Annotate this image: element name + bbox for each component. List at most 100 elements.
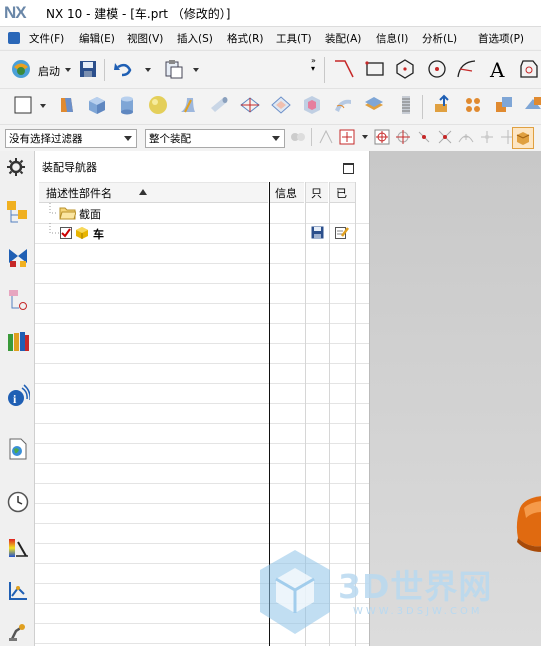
start-dropdown-icon[interactable] (65, 68, 71, 72)
help-info-icon[interactable]: i (6, 384, 31, 408)
chevron-down-icon (124, 136, 132, 141)
snap-dropdown-icon[interactable] (362, 135, 368, 139)
feature-toolbar (0, 88, 541, 124)
save-status-icon (311, 226, 324, 239)
undo-dropdown-icon[interactable] (145, 68, 151, 72)
selection-filter-dropdown[interactable]: 没有选择过滤器 (5, 129, 137, 148)
replace-face-icon[interactable] (522, 94, 541, 116)
column-header-info[interactable]: 信息 (270, 182, 304, 203)
shell-icon[interactable] (301, 94, 323, 116)
boolean-icon[interactable] (494, 94, 516, 116)
undo-icon[interactable] (112, 58, 134, 80)
save-icon[interactable] (77, 58, 99, 80)
part-navigator-icon[interactable] (6, 288, 30, 312)
shape-tool-icon[interactable] (517, 58, 539, 80)
profile-line-icon[interactable] (333, 58, 355, 80)
snap-toggle-icon[interactable] (337, 127, 357, 147)
menu-format[interactable]: 格式(R) (227, 31, 264, 46)
spline-icon[interactable] (456, 58, 478, 80)
toolbar-overflow-icon[interactable]: » ▾ (311, 57, 316, 73)
snap-arc-center-icon[interactable] (477, 127, 497, 147)
assembly-navigator-icon[interactable] (6, 200, 30, 224)
table-row (35, 323, 369, 344)
menu-preferences[interactable]: 首选项(P) (478, 31, 524, 46)
sweep-icon[interactable] (177, 94, 199, 116)
block-icon[interactable] (86, 94, 108, 116)
start-button[interactable]: 启动 (38, 63, 60, 79)
tree-node-section[interactable]: 截面 (49, 203, 267, 223)
extrude-icon[interactable] (55, 94, 77, 116)
car-model[interactable] (514, 494, 541, 554)
menu-file[interactable]: 文件(F) (29, 31, 64, 46)
clipboard-dropdown-icon[interactable] (193, 68, 199, 72)
sketch-icon[interactable] (12, 94, 34, 116)
maximize-icon[interactable] (343, 163, 354, 174)
sphere-icon[interactable] (147, 94, 169, 116)
cylinder-icon[interactable] (116, 94, 138, 116)
checkbox-checked-icon[interactable] (60, 227, 72, 239)
column-header-readonly[interactable]: 只 (306, 182, 328, 203)
window-title: NX 10 - 建模 - [车.prt （修改的）] (46, 7, 231, 21)
circle-icon[interactable] (426, 58, 448, 80)
menu-tools[interactable]: 工具(T) (276, 31, 312, 46)
standard-toolbar: 启动 » ▾ A (0, 50, 541, 88)
rectangle-icon[interactable] (364, 58, 386, 80)
offset-surface-icon[interactable] (363, 94, 385, 116)
start-icon[interactable] (10, 58, 32, 80)
snap-center-icon[interactable] (372, 127, 392, 147)
select-components-icon[interactable] (512, 127, 534, 149)
column-header-name[interactable]: 描述性部件名 (39, 182, 268, 203)
reuse-library-icon[interactable] (6, 330, 30, 354)
watermark-brand: 3D世界网 (338, 567, 493, 606)
table-row (35, 403, 369, 424)
array-face-icon[interactable] (463, 94, 485, 116)
pattern-icon[interactable] (270, 94, 292, 116)
text-tool-icon[interactable]: A (490, 58, 504, 82)
app-logo: NX (4, 3, 27, 22)
sketch-dropdown-icon[interactable] (40, 104, 46, 108)
table-row (35, 303, 369, 324)
menu-view[interactable]: 视图(V) (127, 31, 163, 46)
menu-assembly[interactable]: 装配(A) (325, 31, 361, 46)
snap-endpoint-icon[interactable] (316, 127, 336, 147)
app-menu-icon[interactable] (8, 32, 20, 44)
history-clock-icon[interactable] (6, 490, 30, 514)
snap-intersection-icon[interactable] (435, 127, 455, 147)
snap-midpoint-icon[interactable] (414, 127, 434, 147)
selection-filter-value: 没有选择过滤器 (9, 133, 83, 145)
settings-gear-icon[interactable] (6, 157, 30, 181)
assembly-scope-dropdown[interactable]: 整个装配 (145, 129, 285, 148)
thread-icon[interactable] (395, 94, 417, 116)
table-row (35, 503, 369, 524)
polygon-icon[interactable] (394, 58, 416, 80)
watermark-url: WWW.3DSJW.COM (353, 606, 483, 617)
datum-plane-icon[interactable] (239, 94, 261, 116)
table-row (35, 263, 369, 284)
snap-point-on-curve-icon[interactable] (456, 127, 476, 147)
assembly-filter-icon[interactable] (288, 127, 308, 147)
table-row (35, 443, 369, 464)
tree-node-car[interactable]: 车 (49, 223, 267, 243)
menu-analysis[interactable]: 分析(L) (422, 31, 457, 46)
assembly-scope-value: 整个装配 (149, 133, 191, 145)
process-studio-icon[interactable] (6, 536, 30, 560)
table-row (35, 283, 369, 304)
snap-quadrant-icon[interactable] (393, 127, 413, 147)
resource-bar: i (0, 151, 35, 646)
menu-bar: 文件(F) 编辑(E) 视图(V) 插入(S) 格式(R) 工具(T) 装配(A… (0, 27, 541, 49)
tree-node-label: 截面 (79, 208, 101, 221)
menu-information[interactable]: 信息(I) (376, 31, 408, 46)
menu-edit[interactable]: 编辑(E) (79, 31, 115, 46)
clipboard-icon[interactable] (163, 58, 185, 80)
surface-icon[interactable] (332, 94, 354, 116)
column-header-modified[interactable]: 已 (330, 182, 355, 203)
tube-icon[interactable] (208, 94, 230, 116)
menu-insert[interactable]: 插入(S) (177, 31, 213, 46)
constraint-navigator-icon[interactable] (6, 246, 30, 270)
table-row (35, 243, 369, 264)
web-browser-icon[interactable] (6, 437, 30, 461)
role-robot-icon[interactable] (6, 619, 30, 643)
move-face-icon[interactable] (432, 94, 454, 116)
tree-connector (49, 203, 58, 214)
manufacturing-wizard-icon[interactable] (6, 579, 30, 603)
